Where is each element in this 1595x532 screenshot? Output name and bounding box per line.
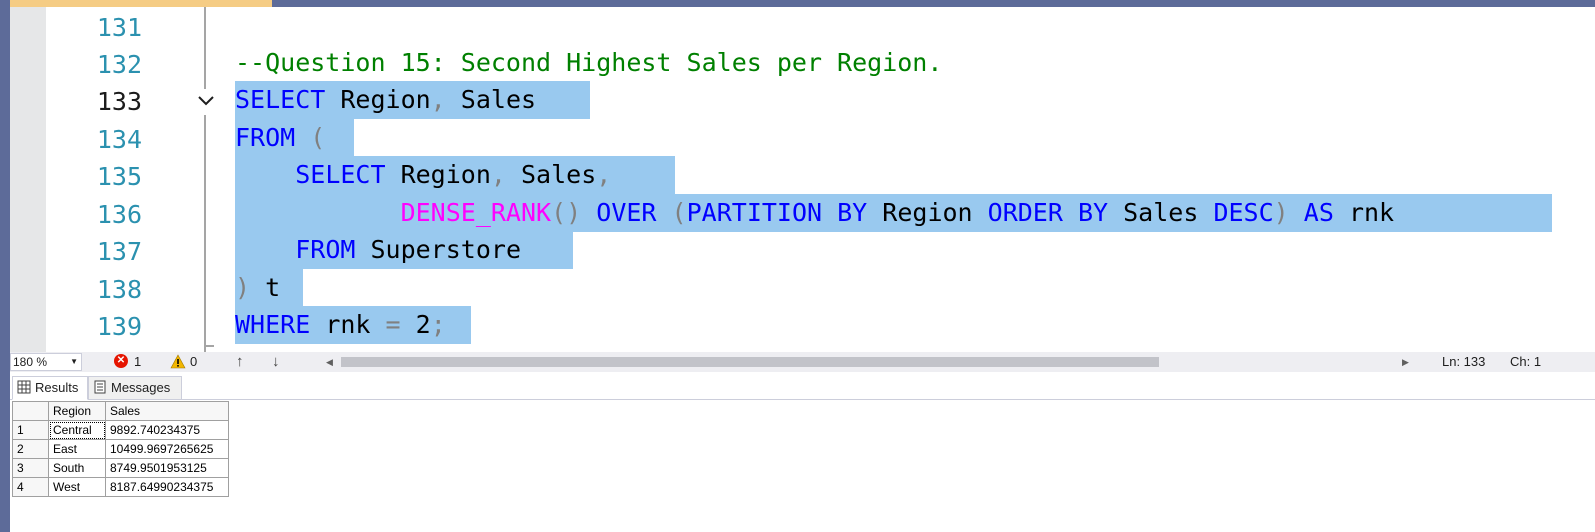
line-number: 132 [96, 50, 142, 79]
line-number: 139 [96, 312, 142, 341]
collapse-chevron-icon[interactable] [194, 90, 218, 112]
messages-icon [94, 380, 106, 394]
row-number[interactable]: 4 [12, 477, 49, 497]
cell-region[interactable]: Central [48, 420, 106, 440]
scroll-right-arrow-icon[interactable]: ▶ [1402, 352, 1409, 372]
results-tab-bar: Results Messages [10, 372, 1595, 400]
previous-issue-arrow-icon[interactable]: ↑ [236, 352, 244, 372]
outline-bar [204, 7, 206, 352]
char-indicator: Ch: 1 [1510, 354, 1542, 369]
warning-count[interactable]: 0 [190, 352, 197, 372]
error-icon[interactable]: ✕ [114, 354, 128, 368]
chevron-down-icon: ▼ [70, 357, 78, 366]
row-number[interactable]: 1 [12, 420, 49, 440]
code-line: SELECT Region, Sales, [235, 156, 675, 194]
horizontal-scrollbar[interactable] [338, 356, 1400, 368]
horizontal-scrollbar-thumb[interactable] [341, 357, 1159, 367]
window-frame [0, 0, 10, 532]
code-line: ) t [235, 269, 303, 307]
tab-results[interactable]: Results [12, 376, 88, 400]
line-indicator: Ln: 133 [1442, 354, 1486, 369]
code-line: FROM ( [235, 119, 354, 157]
table-row[interactable]: 2 East 10499.9697265625 [12, 439, 229, 459]
code-line: WHERE rnk = 2; [235, 306, 471, 344]
column-header-sales[interactable]: Sales [105, 401, 229, 421]
code-line-comment: --Question 15: Second Highest Sales per … [235, 44, 942, 82]
results-grid[interactable]: Region Sales 1 Central 9892.740234375 2 … [12, 401, 229, 497]
tab-messages-label: Messages [111, 380, 171, 395]
zoom-value: 180 % [13, 355, 48, 369]
row-number[interactable]: 3 [12, 458, 49, 478]
comment-text: --Question 15: Second Highest Sales per … [235, 48, 943, 77]
next-issue-arrow-icon[interactable]: ↓ [272, 352, 280, 372]
line-number-gutter: 131 132 133 134 135 136 137 138 139 [46, 7, 206, 352]
glyph-margin [10, 7, 46, 352]
line-number: 131 [96, 13, 142, 42]
row-number[interactable]: 2 [12, 439, 49, 459]
zoom-select[interactable]: 180 % ▼ [10, 353, 82, 371]
grid-header-row: Region Sales [12, 401, 229, 421]
editor-status-bar: 180 % ▼ ✕ 1 0 ↑ ↓ ◀ ▶ Ln: 133 Ch: 1 [10, 352, 1595, 372]
cell-region[interactable]: West [48, 477, 106, 497]
query-editor[interactable]: 131 132 133 134 135 136 137 138 139 --Qu… [10, 7, 1595, 352]
table-row[interactable]: 3 South 8749.9501953125 [12, 458, 229, 478]
current-line-number: 133 [96, 87, 142, 116]
table-row[interactable]: 1 Central 9892.740234375 [12, 420, 229, 440]
code-line: FROM Superstore [235, 231, 573, 269]
cell-sales[interactable]: 8187.64990234375 [105, 477, 229, 497]
column-header-region[interactable]: Region [48, 401, 106, 421]
code-area[interactable]: --Question 15: Second Highest Sales per … [235, 7, 1595, 352]
error-count[interactable]: 1 [134, 352, 141, 372]
cell-sales[interactable]: 9892.740234375 [105, 420, 229, 440]
line-number: 135 [96, 162, 142, 191]
grid-icon [17, 380, 31, 394]
scroll-left-arrow-icon[interactable]: ◀ [326, 352, 333, 372]
cell-region[interactable]: East [48, 439, 106, 459]
cell-region[interactable]: South [48, 458, 106, 478]
cell-sales[interactable]: 10499.9697265625 [105, 439, 229, 459]
line-number: 136 [96, 200, 142, 229]
cell-sales[interactable]: 8749.9501953125 [105, 458, 229, 478]
active-document-tab[interactable] [10, 0, 272, 7]
line-number: 137 [96, 237, 142, 266]
code-line: DENSE_RANK() OVER (PARTITION BY Region O… [235, 194, 1552, 232]
line-number: 138 [96, 275, 142, 304]
results-grid-pane[interactable]: Region Sales 1 Central 9892.740234375 2 … [10, 400, 1595, 532]
code-line: SELECT Region, Sales [235, 81, 590, 119]
tab-results-label: Results [35, 380, 79, 395]
line-number: 134 [96, 125, 142, 154]
warning-icon[interactable] [170, 354, 186, 369]
grid-corner-cell[interactable] [12, 401, 49, 421]
tab-messages[interactable]: Messages [88, 376, 182, 400]
table-row[interactable]: 4 West 8187.64990234375 [12, 477, 229, 497]
